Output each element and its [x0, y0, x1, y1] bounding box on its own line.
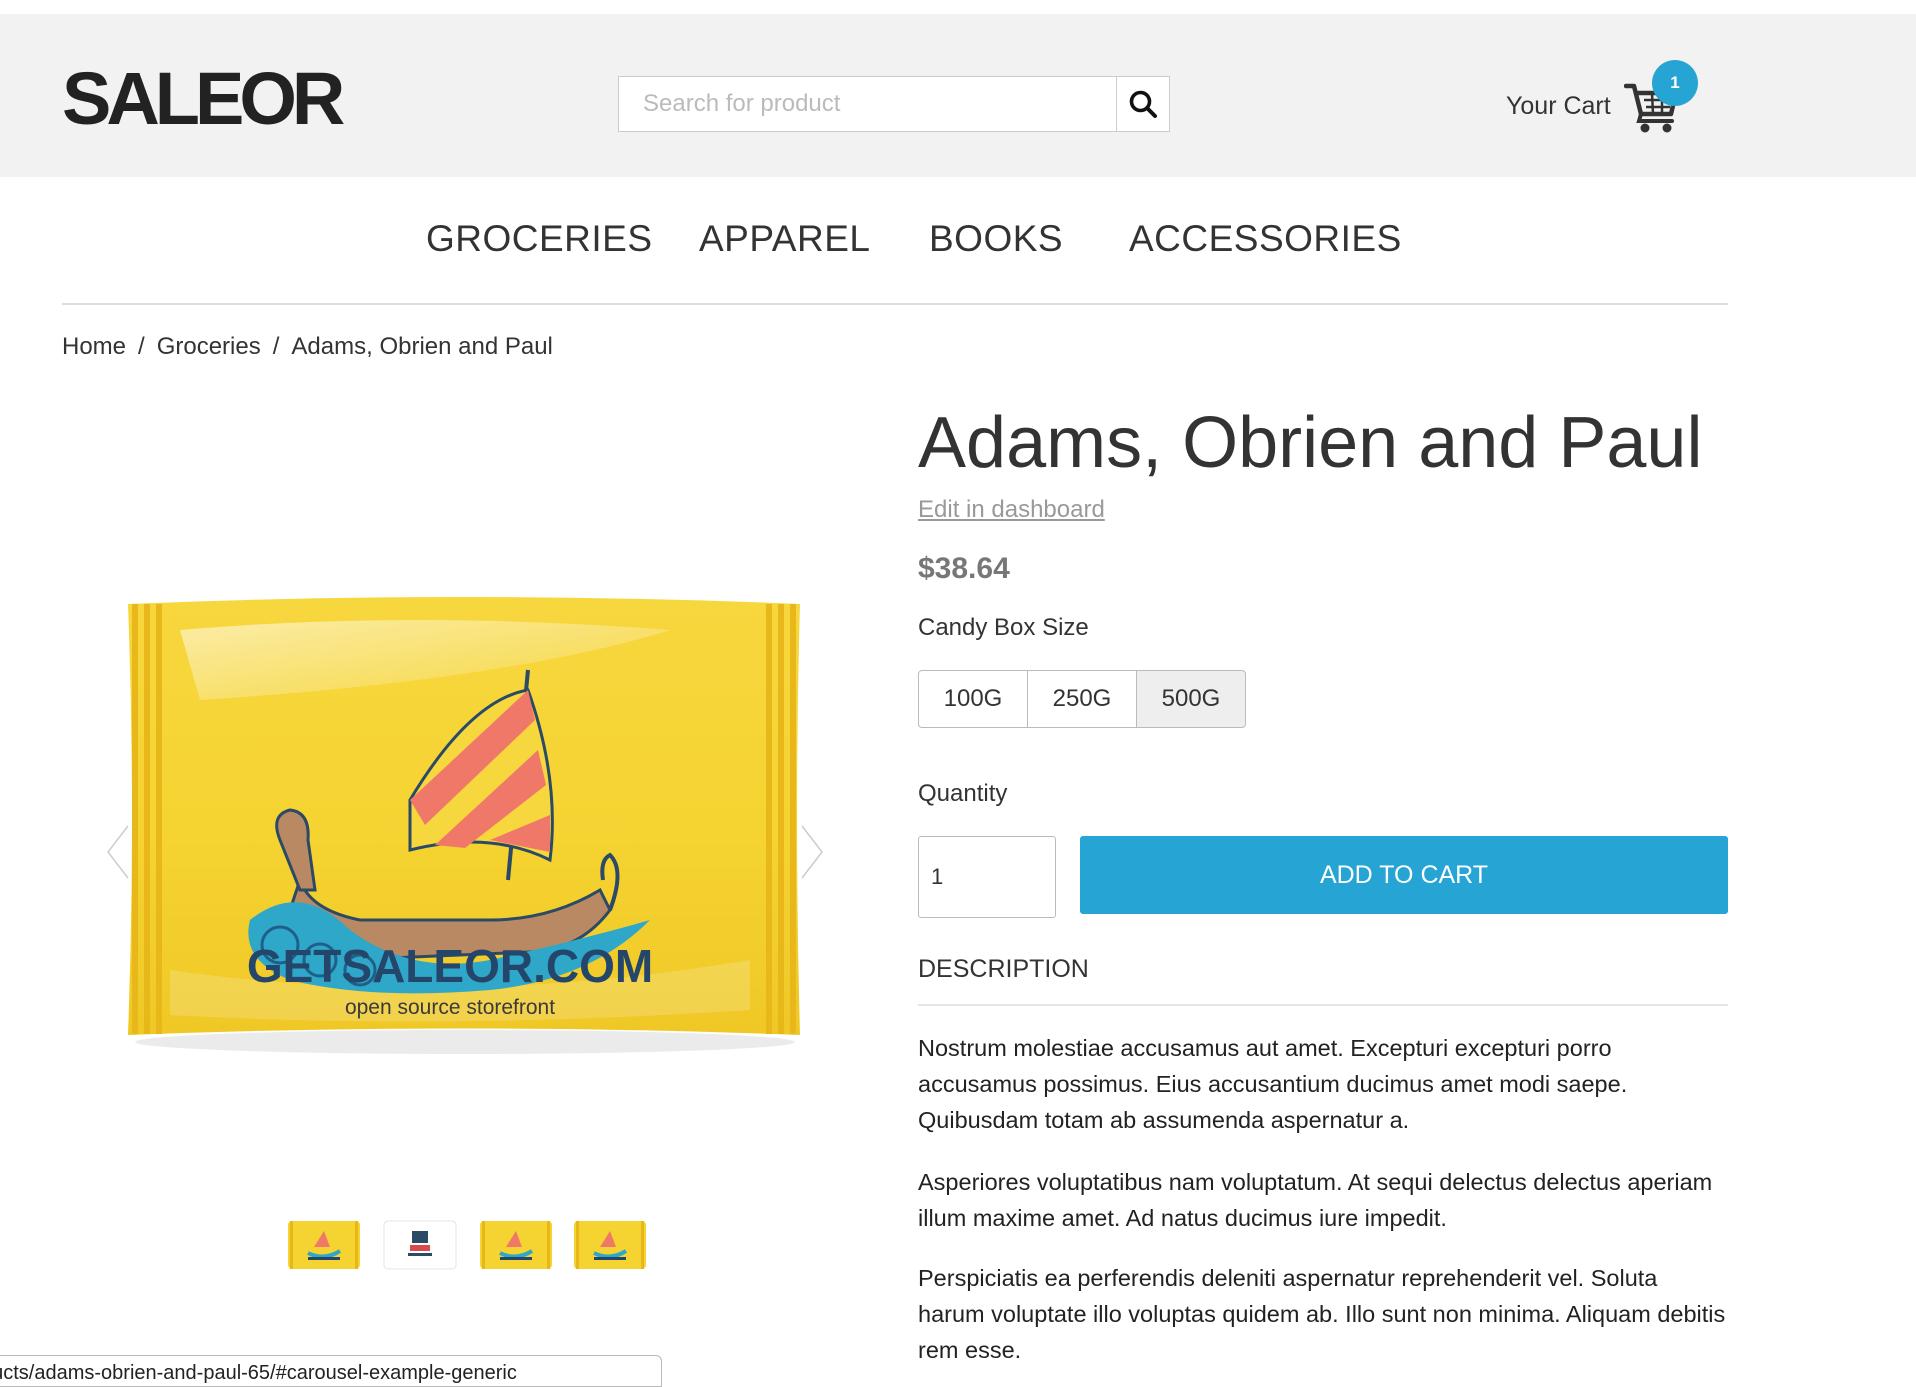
search-box	[618, 76, 1170, 132]
chevron-left-icon[interactable]	[104, 822, 134, 882]
breadcrumb-current: Adams, Obrien and Paul	[291, 333, 553, 360]
thumbnail-2[interactable]	[382, 1219, 458, 1271]
description-paragraph: Perspiciatis ea perferendis deleniti asp…	[918, 1265, 1726, 1363]
breadcrumb: Home / Groceries / Adams, Obrien and Paul	[62, 333, 553, 361]
product-price: $38.64	[918, 552, 1010, 585]
logo[interactable]: SALEOR	[62, 62, 345, 136]
description-paragraph: Asperiores voluptatibus nam voluptatum. …	[918, 1169, 1713, 1231]
search-icon	[1129, 90, 1157, 118]
status-url-text: ducts/adams-obrien-and-paul-65/#carousel…	[0, 1362, 517, 1384]
variant-selector: 100G 250G 500G	[918, 670, 1250, 728]
category-nav: GROCERIES APPAREL BOOKS ACCESSORIES	[0, 218, 1916, 268]
product-title: Adams, Obrien and Paul	[918, 403, 1703, 483]
breadcrumb-separator: /	[272, 333, 280, 360]
variant-option-500g[interactable]: 500G	[1136, 670, 1246, 728]
breadcrumb-separator: /	[138, 333, 145, 360]
thumbnail-1[interactable]	[286, 1219, 362, 1271]
nav-item-books[interactable]: BOOKS	[929, 218, 1063, 260]
description-paragraph: Nostrum molestiae accusamus aut amet. Ex…	[918, 1035, 1628, 1133]
site-header: SALEOR Your Cart 1	[0, 14, 1916, 177]
nav-divider	[62, 303, 1728, 305]
search-button[interactable]	[1116, 77, 1169, 131]
breadcrumb-home[interactable]: Home	[62, 333, 126, 360]
nav-item-accessories[interactable]: ACCESSORIES	[1129, 218, 1402, 260]
package-right-crimp	[766, 604, 796, 1034]
thumbnail-3[interactable]	[478, 1219, 554, 1271]
breadcrumb-groceries[interactable]: Groceries	[157, 333, 261, 360]
nav-item-groceries[interactable]: GROCERIES	[426, 218, 653, 260]
search-input[interactable]	[619, 77, 1119, 131]
package-brand-text: GETSALEOR.COM	[247, 940, 653, 992]
description-divider	[918, 1004, 1728, 1006]
variant-option-100g[interactable]: 100G	[918, 670, 1028, 728]
variant-label: Candy Box Size	[918, 614, 1089, 641]
cart-count-badge: 1	[1652, 60, 1698, 106]
product-image-carousel: GETSALEOR.COM open source storefront	[128, 597, 800, 1054]
variant-option-250g[interactable]: 250G	[1027, 670, 1137, 728]
nav-item-apparel[interactable]: APPAREL	[699, 218, 870, 260]
quantity-input[interactable]	[918, 836, 1056, 918]
add-to-cart-button[interactable]: ADD TO CART	[1080, 836, 1728, 914]
browser-status-url: ducts/adams-obrien-and-paul-65/#carousel…	[0, 1355, 662, 1387]
package-tagline-text: open source storefront	[345, 996, 555, 1019]
edit-in-dashboard-link[interactable]: Edit in dashboard	[918, 496, 1105, 524]
cart-label: Your Cart	[1506, 92, 1611, 120]
chevron-right-icon[interactable]	[796, 822, 826, 882]
thumbnail-4[interactable]	[572, 1219, 648, 1271]
quantity-label: Quantity	[918, 780, 1008, 807]
description-heading: DESCRIPTION	[918, 955, 1089, 983]
package-left-crimp	[132, 604, 162, 1034]
